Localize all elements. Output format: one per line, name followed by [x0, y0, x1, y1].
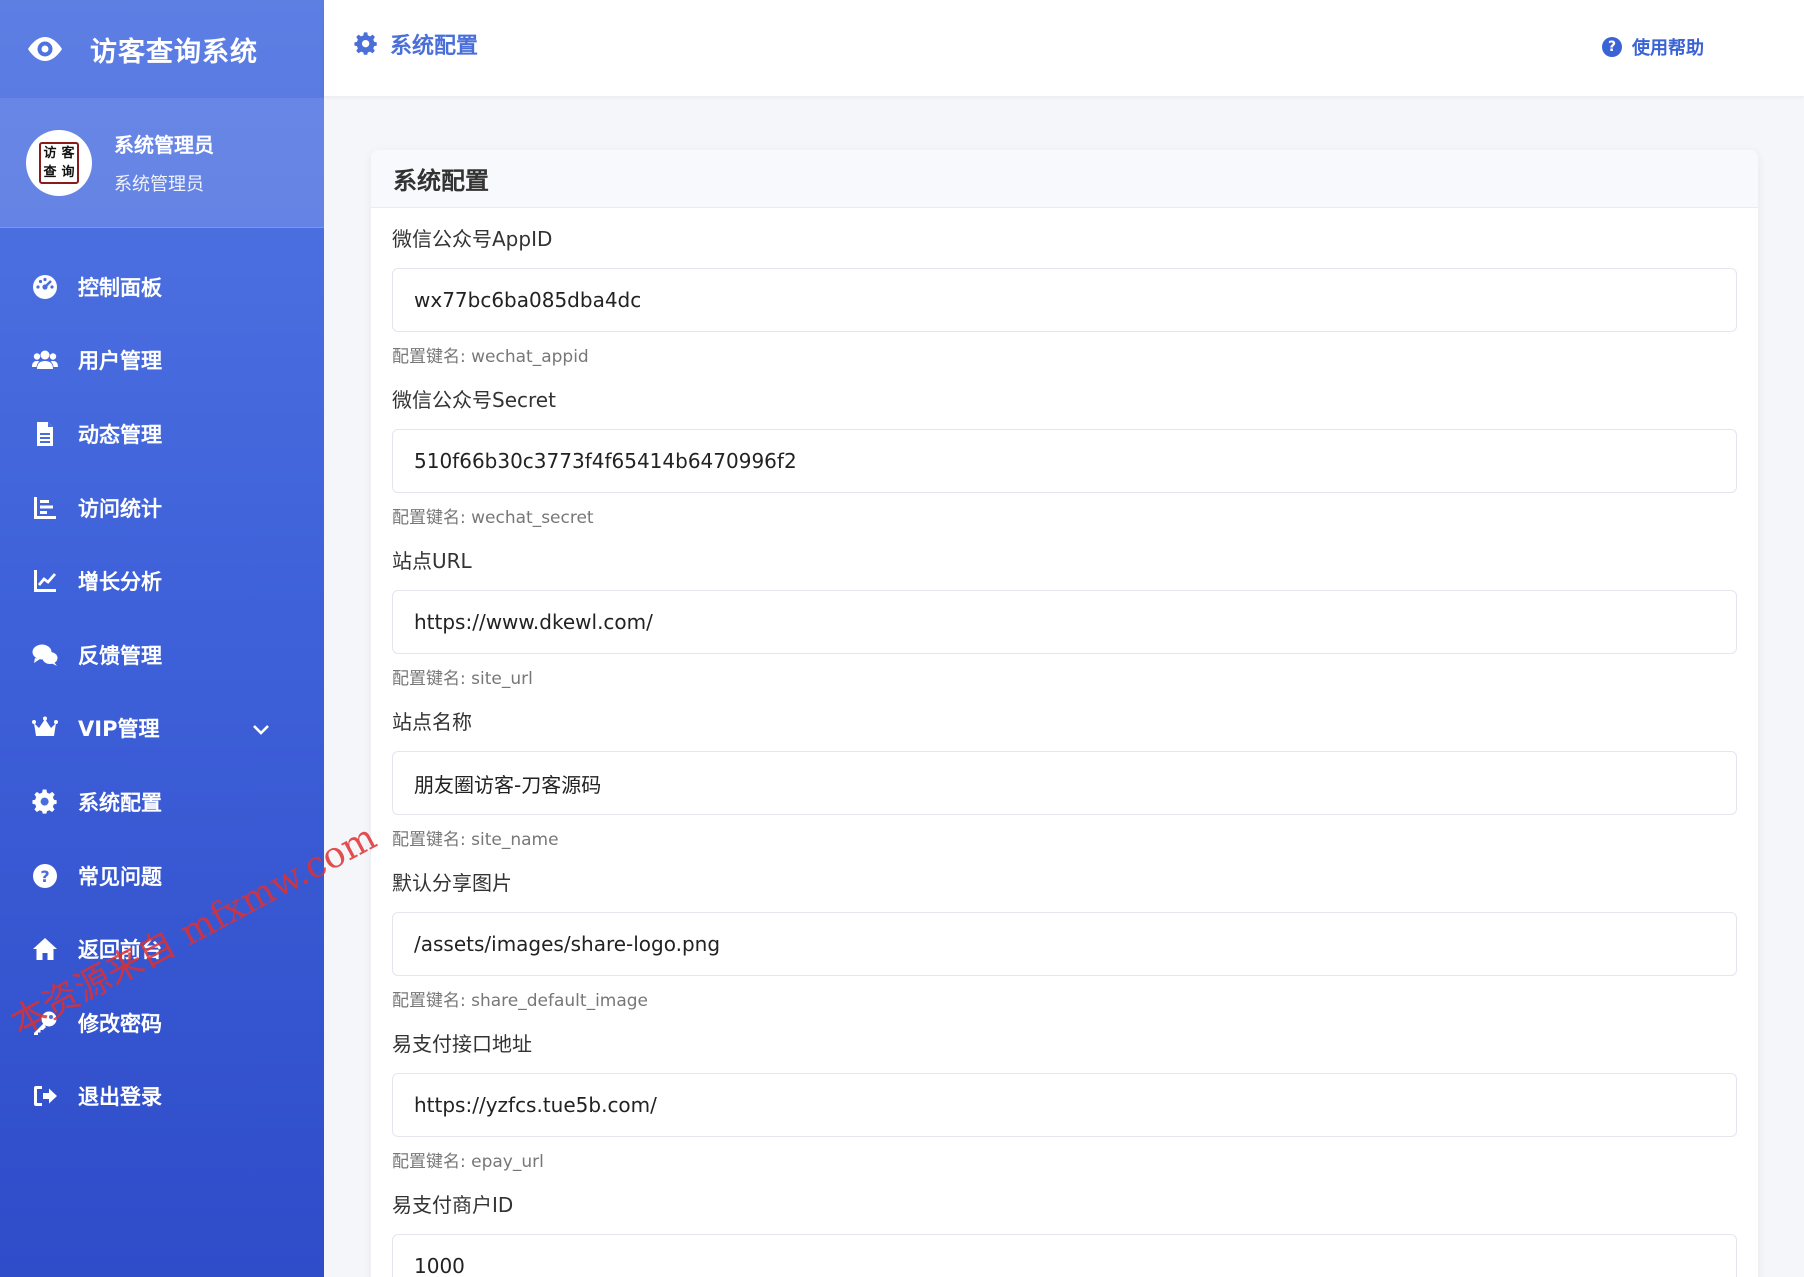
help-label: 使用帮助: [1632, 38, 1704, 59]
config-field: 易支付商户ID 1000: [392, 1174, 1737, 1277]
sidebar-item-password[interactable]: 修改密码: [0, 986, 324, 1060]
comments-icon: [30, 642, 60, 668]
sidebar-item-label: 增长分析: [78, 570, 162, 595]
chevron-down-icon[interactable]: [250, 718, 272, 740]
sidebar-item-home[interactable]: 返回前台: [0, 912, 324, 986]
config-form: 微信公众号AppID wx77bc6ba085dba4dc 配置键名: wech…: [371, 208, 1758, 1277]
avatar: 访 客 查 询: [26, 129, 92, 196]
sidebar: 访客查询系统 访 客 查 询 系统管理员 系统管理员 控制面板 用户管理 动态管…: [0, 0, 324, 1277]
sidebar-menu: 控制面板 用户管理 动态管理 访问统计 增长分析 反馈管理 VIP管理 系统配置…: [0, 228, 324, 1133]
epay-merchant-id-input[interactable]: 1000: [392, 1234, 1737, 1277]
config-field: 微信公众号Secret 510f66b30c3773f4f65414b64709…: [392, 369, 1737, 530]
config-field: 微信公众号AppID wx77bc6ba085dba4dc 配置键名: wech…: [392, 208, 1737, 369]
sidebar-item-faq[interactable]: ? 常见问题: [0, 839, 324, 913]
sidebar-item-label: 常见问题: [78, 864, 162, 889]
sidebar-item-label: VIP管理: [78, 717, 160, 742]
sidebar-item-vip[interactable]: VIP管理: [0, 692, 324, 766]
sidebar-item-label: 用户管理: [78, 349, 162, 374]
sidebar-item-growth[interactable]: 增长分析: [0, 544, 324, 618]
breadcrumb: 系统配置: [354, 28, 478, 60]
question-icon: ?: [30, 863, 60, 889]
help-link[interactable]: ? 使用帮助: [1602, 34, 1704, 60]
crown-icon: [30, 715, 60, 741]
sidebar-item-dashboard[interactable]: 控制面板: [0, 250, 324, 324]
file-icon: [30, 421, 60, 447]
sidebar-item-label: 返回前台: [78, 938, 162, 963]
share-image-input[interactable]: /assets/images/share-logo.png: [392, 912, 1737, 976]
sidebar-item-label: 修改密码: [78, 1011, 162, 1036]
gear-icon: [354, 32, 377, 55]
eye-icon: [28, 37, 62, 61]
field-key-hint: 配置键名: share_default_image: [392, 991, 649, 1011]
key-icon: [30, 1010, 60, 1036]
gear-icon: [30, 789, 60, 815]
field-key-hint: 配置键名: wechat_appid: [392, 347, 589, 367]
sidebar-item-label: 反馈管理: [78, 643, 162, 668]
logout-icon: [30, 1083, 60, 1109]
wechat-appid-input[interactable]: wx77bc6ba085dba4dc: [392, 268, 1737, 332]
users-icon: [30, 347, 60, 373]
epay-url-input[interactable]: https://yzfcs.tue5b.com/: [392, 1073, 1737, 1137]
sidebar-item-feedback[interactable]: 反馈管理: [0, 618, 324, 692]
field-label: 易支付接口地址: [392, 1032, 532, 1056]
field-key-hint: 配置键名: wechat_secret: [392, 508, 594, 528]
sidebar-item-label: 系统配置: [78, 790, 162, 815]
user-profile: 访 客 查 询 系统管理员 系统管理员: [0, 98, 324, 228]
config-field: 默认分享图片 /assets/images/share-logo.png 配置键…: [392, 852, 1737, 1013]
card-title: 系统配置: [371, 150, 1758, 208]
sidebar-item-label: 访问统计: [78, 496, 162, 521]
avatar-logo: 访 客 查 询: [39, 141, 79, 184]
question-icon: ?: [1602, 37, 1622, 57]
config-field: 易支付接口地址 https://yzfcs.tue5b.com/ 配置键名: e…: [392, 1013, 1737, 1174]
sidebar-item-label: 控制面板: [78, 275, 162, 300]
profile-name: 系统管理员: [114, 133, 214, 157]
site-url-input[interactable]: https://www.dkewl.com/: [392, 590, 1737, 654]
field-label: 站点URL: [392, 549, 472, 573]
field-key-hint: 配置键名: epay_url: [392, 1152, 544, 1172]
sidebar-item-posts[interactable]: 动态管理: [0, 397, 324, 471]
bar-list-icon: [30, 495, 60, 521]
field-key-hint: 配置键名: site_name: [392, 830, 559, 850]
app-title: 访客查询系统: [90, 36, 258, 68]
site-name-input[interactable]: 朋友圈访客-刀客源码: [392, 751, 1737, 815]
home-icon: [30, 936, 60, 962]
field-key-hint: 配置键名: site_url: [392, 669, 533, 689]
sidebar-item-label: 动态管理: [78, 422, 162, 447]
profile-role: 系统管理员: [114, 174, 204, 195]
field-label: 微信公众号Secret: [392, 388, 556, 412]
config-field: 站点URL https://www.dkewl.com/ 配置键名: site_…: [392, 530, 1737, 691]
dashboard-icon: [30, 274, 60, 300]
breadcrumb-label: 系统配置: [390, 34, 479, 59]
sidebar-item-stats[interactable]: 访问统计: [0, 471, 324, 545]
top-header: 系统配置 ? 使用帮助: [324, 0, 1804, 96]
svg-text:?: ?: [40, 867, 49, 886]
field-label: 易支付商户ID: [392, 1193, 514, 1217]
sidebar-item-label: 退出登录: [78, 1085, 162, 1110]
sidebar-item-settings[interactable]: 系统配置: [0, 765, 324, 839]
field-label: 默认分享图片: [392, 871, 512, 895]
brand: 访客查询系统: [0, 0, 324, 98]
sidebar-item-logout[interactable]: 退出登录: [0, 1060, 324, 1134]
wechat-secret-input[interactable]: 510f66b30c3773f4f65414b6470996f2: [392, 429, 1737, 493]
sidebar-item-users[interactable]: 用户管理: [0, 324, 324, 398]
config-field: 站点名称 朋友圈访客-刀客源码 配置键名: site_name: [392, 691, 1737, 852]
config-card: 系统配置 微信公众号AppID wx77bc6ba085dba4dc 配置键名:…: [371, 150, 1758, 1277]
field-label: 微信公众号AppID: [392, 227, 553, 251]
line-chart-icon: [30, 568, 60, 594]
field-label: 站点名称: [392, 710, 472, 734]
